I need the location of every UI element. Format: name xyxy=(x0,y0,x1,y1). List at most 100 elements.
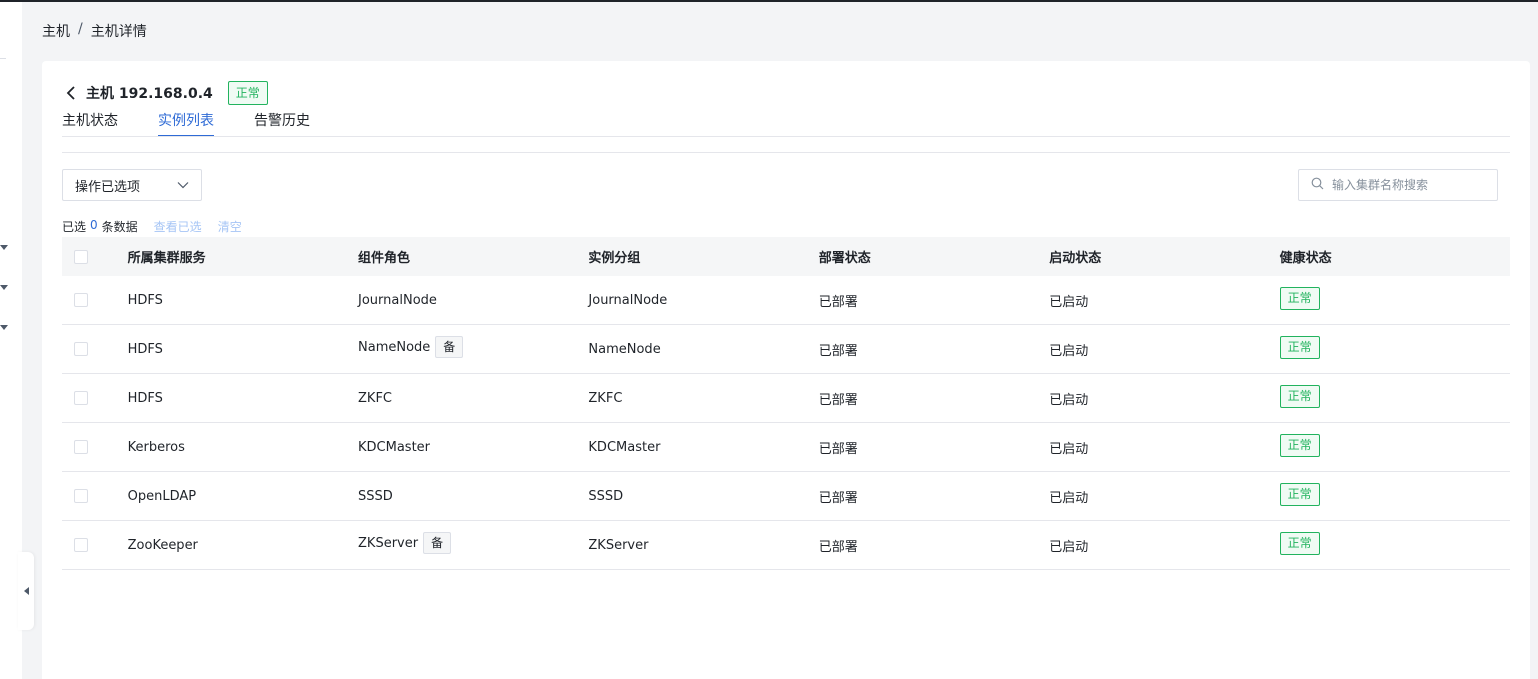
row-checkbox[interactable] xyxy=(74,342,88,356)
start-status-cell: 已启动 xyxy=(1049,539,1089,555)
table-row[interactable]: HDFS NameNode 备 NameNode 已部署 已启动 正常 xyxy=(62,325,1510,374)
deploy-status-cell: 已部署 xyxy=(818,539,858,555)
tab-bar: 主机状态 实例列表 告警历史 xyxy=(62,110,310,137)
service-cell: HDFS xyxy=(127,341,163,357)
column-header: 部署状态 xyxy=(818,251,871,266)
deploy-status-cell: 已部署 xyxy=(818,294,858,310)
health-status-badge: 正常 xyxy=(1279,335,1320,359)
start-status-cell: 已启动 xyxy=(1049,490,1089,506)
role-cell: KDCMaster xyxy=(358,440,588,455)
start-status-cell: 已启动 xyxy=(1049,392,1089,408)
role-cell: NameNode 备 xyxy=(358,336,588,358)
search-input[interactable] xyxy=(1332,178,1492,192)
breadcrumb-separator: / xyxy=(78,21,83,37)
sidebar-expand-caret-icon[interactable] xyxy=(0,325,8,330)
health-status-badge: 正常 xyxy=(1279,482,1320,506)
chevron-down-icon xyxy=(177,178,189,193)
sidebar-expand-caret-icon[interactable] xyxy=(0,245,8,250)
start-status-cell: 已启动 xyxy=(1049,441,1089,457)
health-cell: 正常 xyxy=(1279,433,1510,457)
service-cell: ZooKeeper xyxy=(127,537,198,553)
chevron-left-icon[interactable] xyxy=(62,84,80,102)
role-name: ZKFC xyxy=(358,390,393,406)
start-status-cell: 已启动 xyxy=(1049,294,1089,310)
health-cell: 正常 xyxy=(1279,384,1510,408)
start-status-cell: 已启动 xyxy=(1049,343,1089,359)
tab-instance-list[interactable]: 实例列表 xyxy=(158,110,214,137)
role-cell: ZKFC xyxy=(358,391,588,406)
search-icon xyxy=(1311,177,1324,194)
health-cell: 正常 xyxy=(1279,335,1510,359)
view-selected-link[interactable]: 查看已选 xyxy=(154,218,202,235)
table-row[interactable]: HDFS ZKFC ZKFC 已部署 已启动 正常 xyxy=(62,374,1510,423)
breadcrumb-current: 主机详情 xyxy=(90,24,147,40)
clear-selection-link[interactable]: 清空 xyxy=(218,218,242,235)
standby-badge: 备 xyxy=(423,532,452,554)
health-status-badge: 正常 xyxy=(1279,286,1320,310)
service-cell: HDFS xyxy=(127,292,163,308)
health-status-badge: 正常 xyxy=(1279,531,1320,555)
standby-badge: 备 xyxy=(435,336,464,358)
host-status-badge: 正常 xyxy=(227,81,268,105)
health-cell: 正常 xyxy=(1279,482,1510,506)
row-checkbox[interactable] xyxy=(74,538,88,552)
deploy-status-cell: 已部署 xyxy=(818,490,858,506)
row-checkbox[interactable] xyxy=(74,391,88,405)
role-cell: JournalNode xyxy=(358,293,588,308)
table-row[interactable]: OpenLDAP SSSD SSSD 已部署 已启动 正常 xyxy=(62,472,1510,521)
group-cell: JournalNode xyxy=(588,292,668,308)
table-row[interactable]: ZooKeeper ZKServer 备 ZKServer 已部署 已启动 正常 xyxy=(62,521,1510,570)
column-header: 启动状态 xyxy=(1049,251,1102,266)
role-name: NameNode xyxy=(358,339,431,355)
role-cell: ZKServer 备 xyxy=(358,532,588,554)
deploy-status-cell: 已部署 xyxy=(818,392,858,408)
section-divider xyxy=(62,152,1510,153)
row-checkbox[interactable] xyxy=(74,489,88,503)
page-title: 主机 192.168.0.4 xyxy=(86,86,213,102)
breadcrumb: 主机 / 主机详情 xyxy=(42,21,147,41)
role-cell: SSSD xyxy=(358,489,588,504)
operation-select-value: 操作已选项 xyxy=(75,179,141,195)
table-row[interactable]: HDFS JournalNode JournalNode 已部署 已启动 正常 xyxy=(62,276,1510,325)
selection-count: 0 xyxy=(90,218,98,232)
role-name: SSSD xyxy=(358,488,393,504)
operation-select[interactable]: 操作已选项 xyxy=(62,169,202,201)
service-cell: HDFS xyxy=(127,390,163,406)
deploy-status-cell: 已部署 xyxy=(818,343,858,359)
row-checkbox[interactable] xyxy=(74,293,88,307)
host-detail-card: 主机 192.168.0.4 正常 主机状态 实例列表 告警历史 操作已选项 已… xyxy=(42,61,1530,679)
tab-alert-history[interactable]: 告警历史 xyxy=(254,110,310,137)
tab-host-status[interactable]: 主机状态 xyxy=(62,110,118,137)
window-top-border xyxy=(0,0,1538,2)
service-cell: OpenLDAP xyxy=(127,488,197,504)
row-checkbox[interactable] xyxy=(74,440,88,454)
tabs-divider xyxy=(62,136,1510,137)
sidebar-expand-caret-icon[interactable] xyxy=(0,285,8,290)
group-cell: ZKServer xyxy=(588,537,649,553)
search-box[interactable] xyxy=(1298,169,1498,201)
select-all-checkbox[interactable] xyxy=(74,249,88,264)
column-header: 所属集群服务 xyxy=(127,251,206,266)
role-name: ZKServer xyxy=(358,535,419,551)
health-status-badge: 正常 xyxy=(1279,433,1320,457)
sidebar-divider xyxy=(0,58,6,59)
selection-suffix: 条数据 xyxy=(101,220,138,234)
group-cell: KDCMaster xyxy=(588,439,661,455)
role-name: KDCMaster xyxy=(358,439,431,455)
page-header: 主机 192.168.0.4 正常 xyxy=(62,81,268,105)
role-name: JournalNode xyxy=(358,292,437,308)
service-cell: Kerberos xyxy=(127,439,185,455)
health-cell: 正常 xyxy=(1279,531,1510,555)
group-cell: NameNode xyxy=(588,341,661,357)
deploy-status-cell: 已部署 xyxy=(818,441,858,457)
column-header: 实例分组 xyxy=(588,251,641,266)
breadcrumb-root[interactable]: 主机 xyxy=(42,21,70,41)
caret-left-icon xyxy=(24,587,29,595)
table-row[interactable]: Kerberos KDCMaster KDCMaster 已部署 已启动 正常 xyxy=(62,423,1510,472)
health-status-badge: 正常 xyxy=(1279,384,1320,408)
column-header: 健康状态 xyxy=(1279,251,1332,266)
health-cell: 正常 xyxy=(1279,286,1510,310)
sidebar-collapse-button[interactable] xyxy=(18,552,34,630)
group-cell: ZKFC xyxy=(588,390,623,406)
table-header: 所属集群服务 组件角色 实例分组 部署状态 启动状态 健康状态 xyxy=(62,237,1510,276)
